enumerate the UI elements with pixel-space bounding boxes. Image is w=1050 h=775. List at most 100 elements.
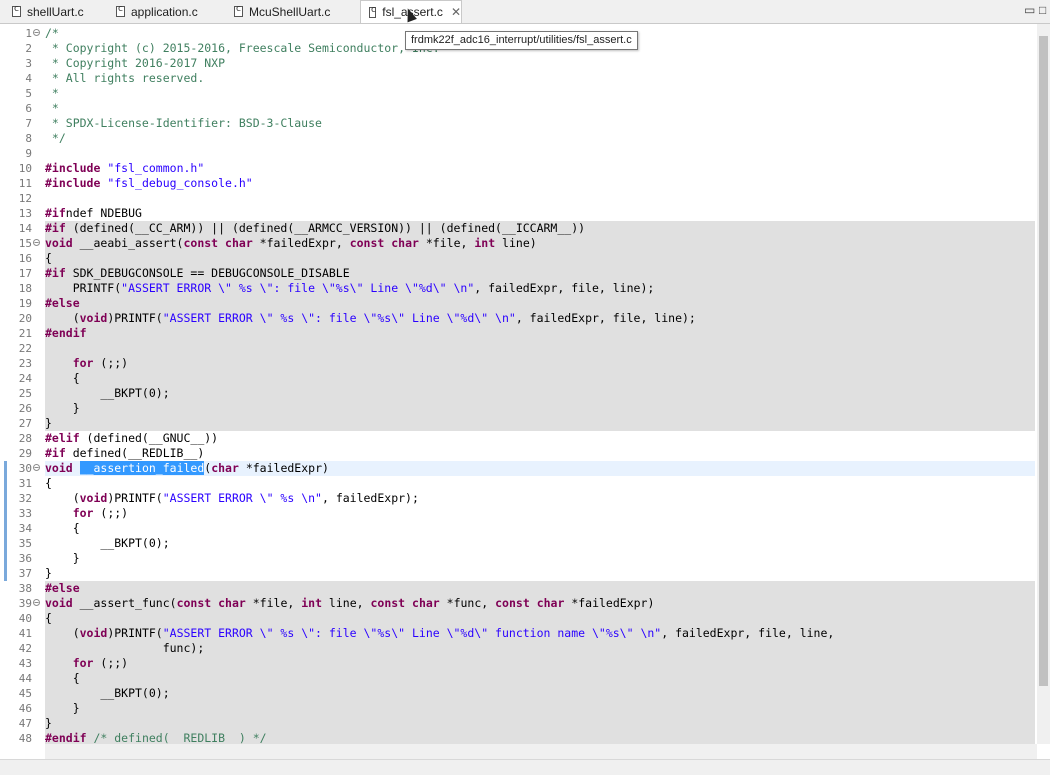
close-tab-icon[interactable]: ✕ — [451, 5, 461, 19]
vertical-scrollbar[interactable] — [1037, 24, 1050, 744]
line-number: 41 — [18, 627, 32, 640]
code-line[interactable]: 34 { — [0, 521, 1035, 536]
line-number: 28 — [18, 432, 32, 445]
selected-identifier: __assertion_failed — [79, 461, 205, 475]
code-line[interactable]: 45 __BKPT(0); — [0, 686, 1035, 701]
code-line[interactable]: 30− void __assertion_failed(char *failedE… — [0, 461, 1035, 476]
code-line[interactable]: 36 } — [0, 551, 1035, 566]
code-text: } — [45, 701, 80, 715]
code-text: void __assertion_failed(char *failedExpr… — [45, 461, 329, 475]
code-line[interactable]: 9 — [0, 146, 1035, 161]
code-line[interactable]: 8 */ — [0, 131, 1035, 146]
code-line[interactable]: 41 (void)PRINTF("ASSERT ERROR \" %s \": … — [0, 626, 1035, 641]
code-text: /* — [45, 26, 59, 40]
code-text: __BKPT(0); — [45, 386, 170, 400]
code-text: { — [45, 251, 52, 265]
code-line[interactable]: 4 * All rights reserved. — [0, 71, 1035, 86]
tab-mcushelluart[interactable]: McuShellUart.c — [226, 1, 356, 22]
code-line[interactable]: 27} — [0, 416, 1035, 431]
line-number: 19 — [18, 297, 32, 310]
code-line[interactable]: 3 * Copyright 2016-2017 NXP — [0, 56, 1035, 71]
code-line[interactable]: 16 { — [0, 251, 1035, 266]
code-text: #ifndef NDEBUG — [45, 206, 142, 220]
code-line[interactable]: 33 for (;;) — [0, 506, 1035, 521]
line-number: 42 — [18, 642, 32, 655]
code-line[interactable]: 5 * — [0, 86, 1035, 101]
code-text: #else — [45, 581, 80, 595]
code-editor[interactable]: 1−/* 2 * Copyright (c) 2015-2016, Freesca… — [0, 24, 1050, 744]
code-line[interactable]: 43 for (;;) — [0, 656, 1035, 671]
code-line[interactable]: 44 { — [0, 671, 1035, 686]
code-text: #if SDK_DEBUGCONSOLE == DEBUGCONSOLE_DIS… — [45, 266, 350, 280]
code-line[interactable]: 31{ — [0, 476, 1035, 491]
code-line[interactable]: 17 #if SDK_DEBUGCONSOLE == DEBUGCONSOLE_D… — [0, 266, 1035, 281]
code-line[interactable]: 18 PRINTF("ASSERT ERROR \" %s \": file \… — [0, 281, 1035, 296]
horizontal-scrollbar[interactable] — [45, 744, 1037, 759]
code-text: * — [45, 86, 59, 100]
code-line[interactable]: 48 #endif /* defined(__REDLIB__) */ — [0, 731, 1035, 744]
code-text: { — [45, 611, 52, 625]
tab-application[interactable]: application.c — [108, 1, 220, 22]
line-number: 24 — [18, 372, 32, 385]
line-number: 11 — [18, 177, 32, 190]
code-text: #include "fsl_debug_console.h" — [45, 176, 253, 190]
code-line[interactable]: 38 #else — [0, 581, 1035, 596]
code-text: * Copyright (c) 2015-2016, Freescale Sem… — [45, 41, 440, 55]
line-number: 25 — [18, 387, 32, 400]
tab-shelluart[interactable]: shellUart.c — [4, 1, 104, 22]
code-line[interactable]: 10 #include "fsl_common.h" — [0, 161, 1035, 176]
code-line[interactable]: 24 { — [0, 371, 1035, 386]
code-line[interactable]: 46 } — [0, 701, 1035, 716]
code-line[interactable]: 23 for (;;) — [0, 356, 1035, 371]
code-line[interactable]: 15− void __aeabi_assert(const char *faile… — [0, 236, 1035, 251]
code-line[interactable]: 28 #elif (defined(__GNUC__)) — [0, 431, 1035, 446]
line-number: 46 — [18, 702, 32, 715]
occurrence-marker — [4, 461, 7, 581]
code-line[interactable]: 21 #endif — [0, 326, 1035, 341]
code-line[interactable]: 42 func); — [0, 641, 1035, 656]
code-line[interactable]: 29 #if defined(__REDLIB__) — [0, 446, 1035, 461]
line-number: 6 — [25, 102, 32, 115]
tab-label: application.c — [131, 4, 198, 19]
code-line[interactable]: 14 #if (defined(__CC_ARM)) || (defined(__… — [0, 221, 1035, 236]
c-file-icon — [234, 4, 243, 17]
maximize-icon[interactable]: □ — [1039, 3, 1046, 17]
code-line[interactable]: 47} — [0, 716, 1035, 731]
code-line[interactable]: 32 (void)PRINTF("ASSERT ERROR \" %s \n",… — [0, 491, 1035, 506]
code-text: { — [45, 476, 52, 490]
code-text: void __aeabi_assert(const char *failedEx… — [45, 236, 537, 250]
line-number: 22 — [18, 342, 32, 355]
code-text: #else — [45, 296, 80, 310]
code-text: * All rights reserved. — [45, 71, 205, 85]
c-file-icon — [369, 5, 377, 18]
code-line[interactable]: 26 } — [0, 401, 1035, 416]
code-text: } — [45, 416, 52, 430]
fold-toggle-icon[interactable]: − — [33, 464, 40, 472]
code-text: { — [45, 671, 80, 685]
code-line[interactable]: 7 * SPDX-License-Identifier: BSD-3-Claus… — [0, 116, 1035, 131]
code-line[interactable]: 6 * — [0, 101, 1035, 116]
line-number: 1 — [25, 27, 32, 40]
c-file-icon — [116, 4, 125, 17]
code-line[interactable]: 39− void __assert_func(const char *file, … — [0, 596, 1035, 611]
code-line[interactable]: 22 — [0, 341, 1035, 356]
code-line[interactable]: 20 (void)PRINTF("ASSERT ERROR \" %s \": … — [0, 311, 1035, 326]
code-line[interactable]: 11 #include "fsl_debug_console.h" — [0, 176, 1035, 191]
fold-toggle-icon[interactable]: − — [33, 239, 40, 247]
fold-toggle-icon[interactable]: − — [33, 599, 40, 607]
code-line[interactable]: 25 __BKPT(0); — [0, 386, 1035, 401]
scrollbar-thumb[interactable] — [1039, 36, 1048, 686]
code-text: } — [45, 566, 52, 580]
code-text: __BKPT(0); — [45, 536, 170, 550]
code-line[interactable]: 40 { — [0, 611, 1035, 626]
code-line[interactable]: 13 #ifndef NDEBUG — [0, 206, 1035, 221]
line-number: 29 — [18, 447, 32, 460]
fold-toggle-icon[interactable]: − — [33, 29, 40, 37]
code-line[interactable]: 37} — [0, 566, 1035, 581]
code-line[interactable]: 19 #else — [0, 296, 1035, 311]
code-text: for (;;) — [72, 506, 129, 520]
code-line[interactable]: 35 __BKPT(0); — [0, 536, 1035, 551]
line-number: 8 — [25, 132, 32, 145]
minimize-icon[interactable]: ▭ — [1024, 3, 1035, 17]
code-line[interactable]: 12 — [0, 191, 1035, 206]
